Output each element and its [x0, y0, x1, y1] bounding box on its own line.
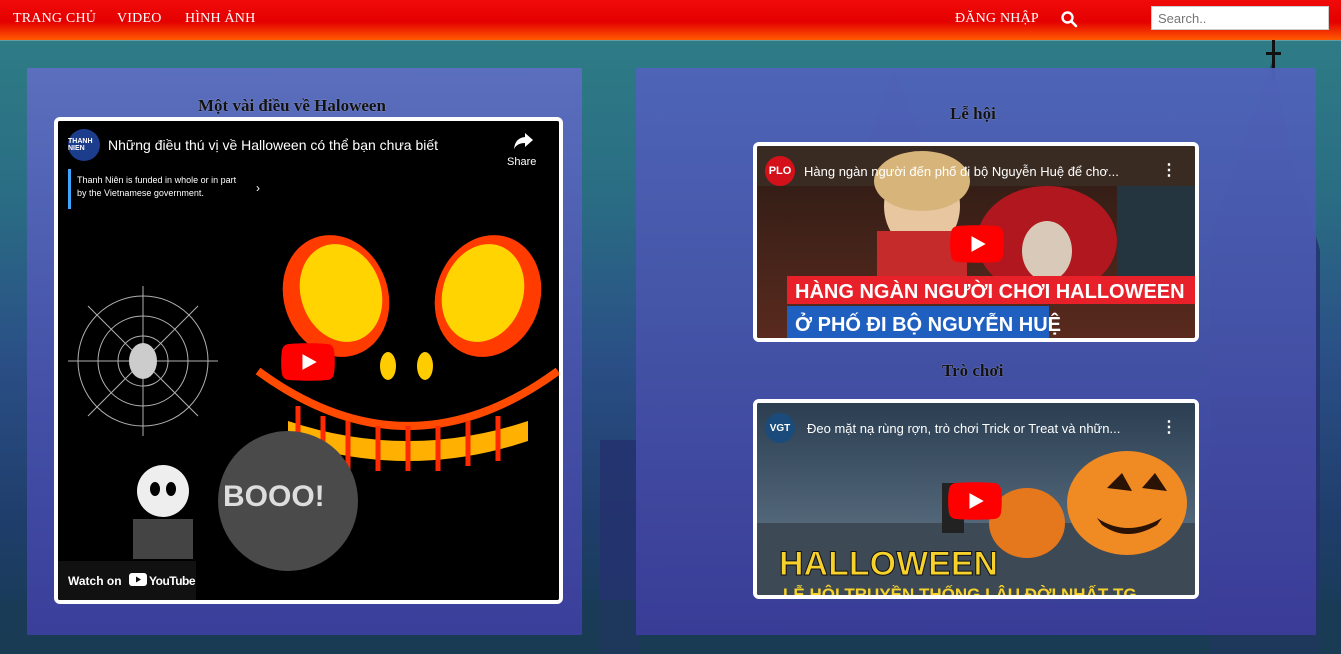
- youtube-logo-icon[interactable]: [129, 573, 147, 586]
- more-options-icon[interactable]: ⋮: [1161, 160, 1177, 180]
- search-input[interactable]: [1151, 6, 1329, 30]
- thanh-nien-channel-logo[interactable]: THANH NIEN: [68, 129, 100, 161]
- booo-text: BOOO!: [223, 480, 325, 513]
- plo-channel-logo[interactable]: PLO: [765, 156, 795, 186]
- festival-section-title: Lễ hội: [950, 104, 996, 123]
- watch-on-label[interactable]: Watch on: [68, 574, 122, 588]
- play-button-icon[interactable]: [950, 225, 1004, 263]
- share-label[interactable]: Share: [507, 156, 536, 168]
- share-icon[interactable]: [512, 131, 534, 151]
- games-section-title: Trò chơi: [942, 361, 1004, 380]
- festival-caption-bottom: Ở PHỐ ĐI BỘ NGUYỄN HUỆ: [795, 312, 1061, 336]
- halloween-facts-video[interactable]: BOOO! THANH NIEN Những điều thú vị về Ha…: [54, 117, 563, 604]
- chevron-right-icon[interactable]: ›: [256, 181, 260, 195]
- left-video-title[interactable]: Những điều thú vị về Halloween có thể bạ…: [108, 137, 468, 153]
- games-video[interactable]: HALLOWEEN LỄ HỘI TRUYỀN THỐNG LÂU ĐỜI NH…: [753, 399, 1199, 599]
- nav-video-link[interactable]: VIDEO: [117, 11, 162, 27]
- games-video-title[interactable]: Đeo mặt nạ rùng rợn, trò chơi Trick or T…: [807, 421, 1147, 436]
- festival-video[interactable]: HÀNG NGÀN NGƯỜI CHƠI HALLOWEEN Ở PHỐ ĐI …: [753, 142, 1199, 342]
- nav-login-link[interactable]: ĐĂNG NHẬP: [955, 11, 1039, 27]
- games-caption-bottom: LỄ HỘI TRUYỀN THỐNG LÂU ĐỜI NHẤT TG: [783, 584, 1137, 595]
- top-navbar: TRANG CHỦ VIDEO HÌNH ẢNH ĐĂNG NHẬP: [0, 0, 1341, 40]
- nav-images-link[interactable]: HÌNH ẢNH: [185, 11, 255, 27]
- games-caption-top: HALLOWEEN: [779, 545, 998, 583]
- festival-video-title[interactable]: Hàng ngàn người đến phố đi bộ Nguyễn Huệ…: [804, 164, 1144, 179]
- funding-notice-bar: [68, 169, 71, 209]
- play-button-icon[interactable]: [281, 343, 335, 381]
- funding-notice[interactable]: Thanh Niên is funded in whole or in part…: [77, 174, 242, 200]
- nav-home-link[interactable]: TRANG CHỦ: [13, 11, 96, 27]
- more-options-icon[interactable]: ⋮: [1161, 417, 1177, 437]
- vgt-channel-logo[interactable]: VGT: [765, 413, 795, 443]
- play-button-icon[interactable]: [948, 482, 1002, 520]
- youtube-wordmark[interactable]: YouTube: [149, 574, 196, 588]
- search-icon[interactable]: [1060, 10, 1078, 28]
- festival-caption-top: HÀNG NGÀN NGƯỜI CHƠI HALLOWEEN: [795, 279, 1185, 303]
- left-section-title: Một vài điều về Haloween: [198, 96, 386, 115]
